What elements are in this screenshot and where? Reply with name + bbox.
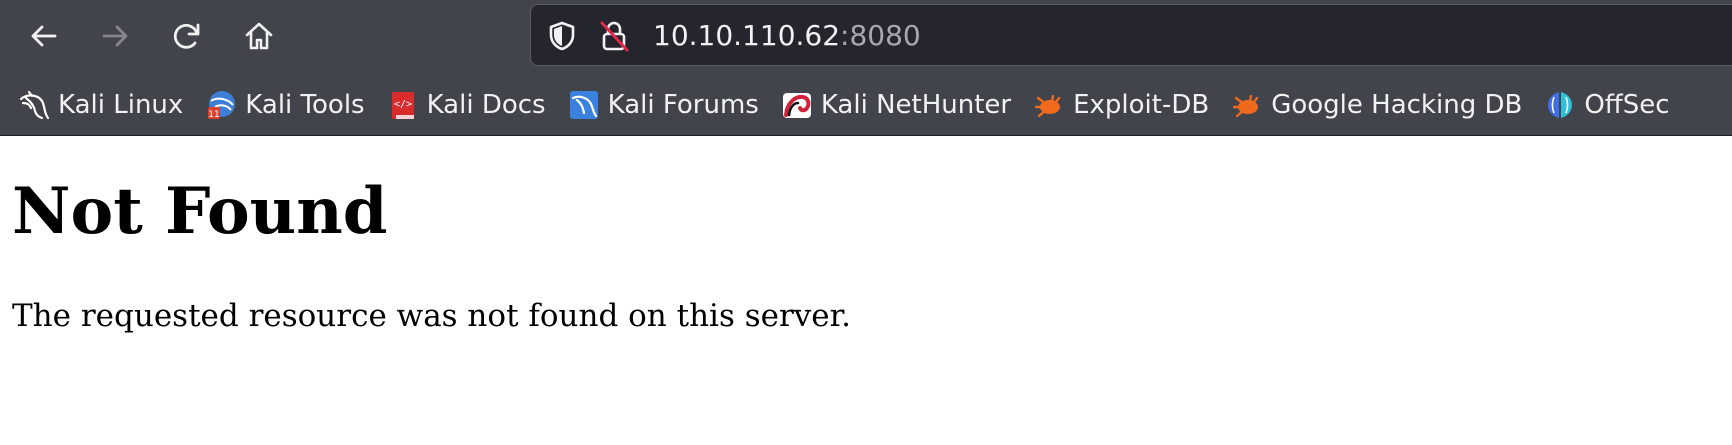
svg-text:11: 11	[209, 110, 220, 120]
page-title: Not Found	[12, 174, 388, 249]
url-host: 10.10.110.62	[653, 19, 841, 52]
bookmark-kali-linux[interactable]: Kali Linux	[18, 82, 193, 128]
bookmark-label: Kali Docs	[426, 90, 546, 120]
bookmark-kali-docs[interactable]: </> Kali Docs	[387, 82, 556, 128]
ghdb-icon	[1231, 89, 1263, 121]
arrow-right-icon	[102, 25, 128, 47]
bookmark-label: Kali Forums	[607, 90, 759, 120]
offsec-icon	[1544, 89, 1576, 121]
bookmark-label: OffSec	[1584, 90, 1670, 120]
nethunter-icon	[781, 89, 813, 121]
bookmarks-toolbar: Kali Linux 11 Kali Tools </> Kali Docs K…	[0, 82, 1732, 128]
bookmark-kali-forums[interactable]: Kali Forums	[568, 82, 769, 128]
bookmark-google-hacking-db[interactable]: Google Hacking DB	[1231, 82, 1532, 128]
url-port: :8080	[840, 19, 921, 52]
bookmark-label: Kali Tools	[245, 90, 365, 120]
browser-chrome: 10.10.110.62:8080 Kali Linux 11 Kali Too…	[0, 0, 1732, 136]
svg-text:</>: </>	[394, 99, 412, 110]
bookmark-kali-tools[interactable]: 11 Kali Tools	[205, 82, 374, 128]
url-bar[interactable]: 10.10.110.62:8080	[530, 4, 1732, 66]
kali-docs-icon: </>	[387, 89, 419, 121]
back-button[interactable]	[22, 14, 66, 58]
bookmark-offsec[interactable]: OffSec	[1544, 82, 1679, 128]
error-message: The requested resource was not found on …	[12, 298, 851, 334]
reload-button[interactable]	[165, 14, 209, 58]
home-icon	[245, 22, 273, 50]
bookmark-exploit-db[interactable]: Exploit-DB	[1033, 82, 1219, 128]
bookmark-label: Google Hacking DB	[1271, 90, 1523, 120]
reload-icon	[173, 23, 200, 49]
bookmark-kali-nethunter[interactable]: Kali NetHunter	[781, 82, 1021, 128]
navigation-toolbar: 10.10.110.62:8080	[0, 0, 1732, 72]
kali-forums-icon	[568, 89, 600, 121]
bookmark-label: Kali NetHunter	[820, 90, 1012, 120]
home-button[interactable]	[237, 14, 281, 58]
kali-dragon-icon	[18, 89, 50, 121]
bookmark-label: Exploit-DB	[1073, 90, 1210, 120]
arrow-left-icon	[31, 25, 57, 47]
insecure-lock-icon[interactable]	[597, 19, 631, 53]
url-text[interactable]: 10.10.110.62:8080	[653, 17, 921, 55]
page-content: Not Found The requested resource was not…	[0, 136, 1732, 445]
forward-button[interactable]	[93, 14, 137, 58]
exploit-db-icon	[1033, 89, 1065, 121]
shield-icon[interactable]	[545, 19, 579, 53]
kali-tools-icon: 11	[205, 89, 237, 121]
bookmark-label: Kali Linux	[58, 90, 184, 120]
